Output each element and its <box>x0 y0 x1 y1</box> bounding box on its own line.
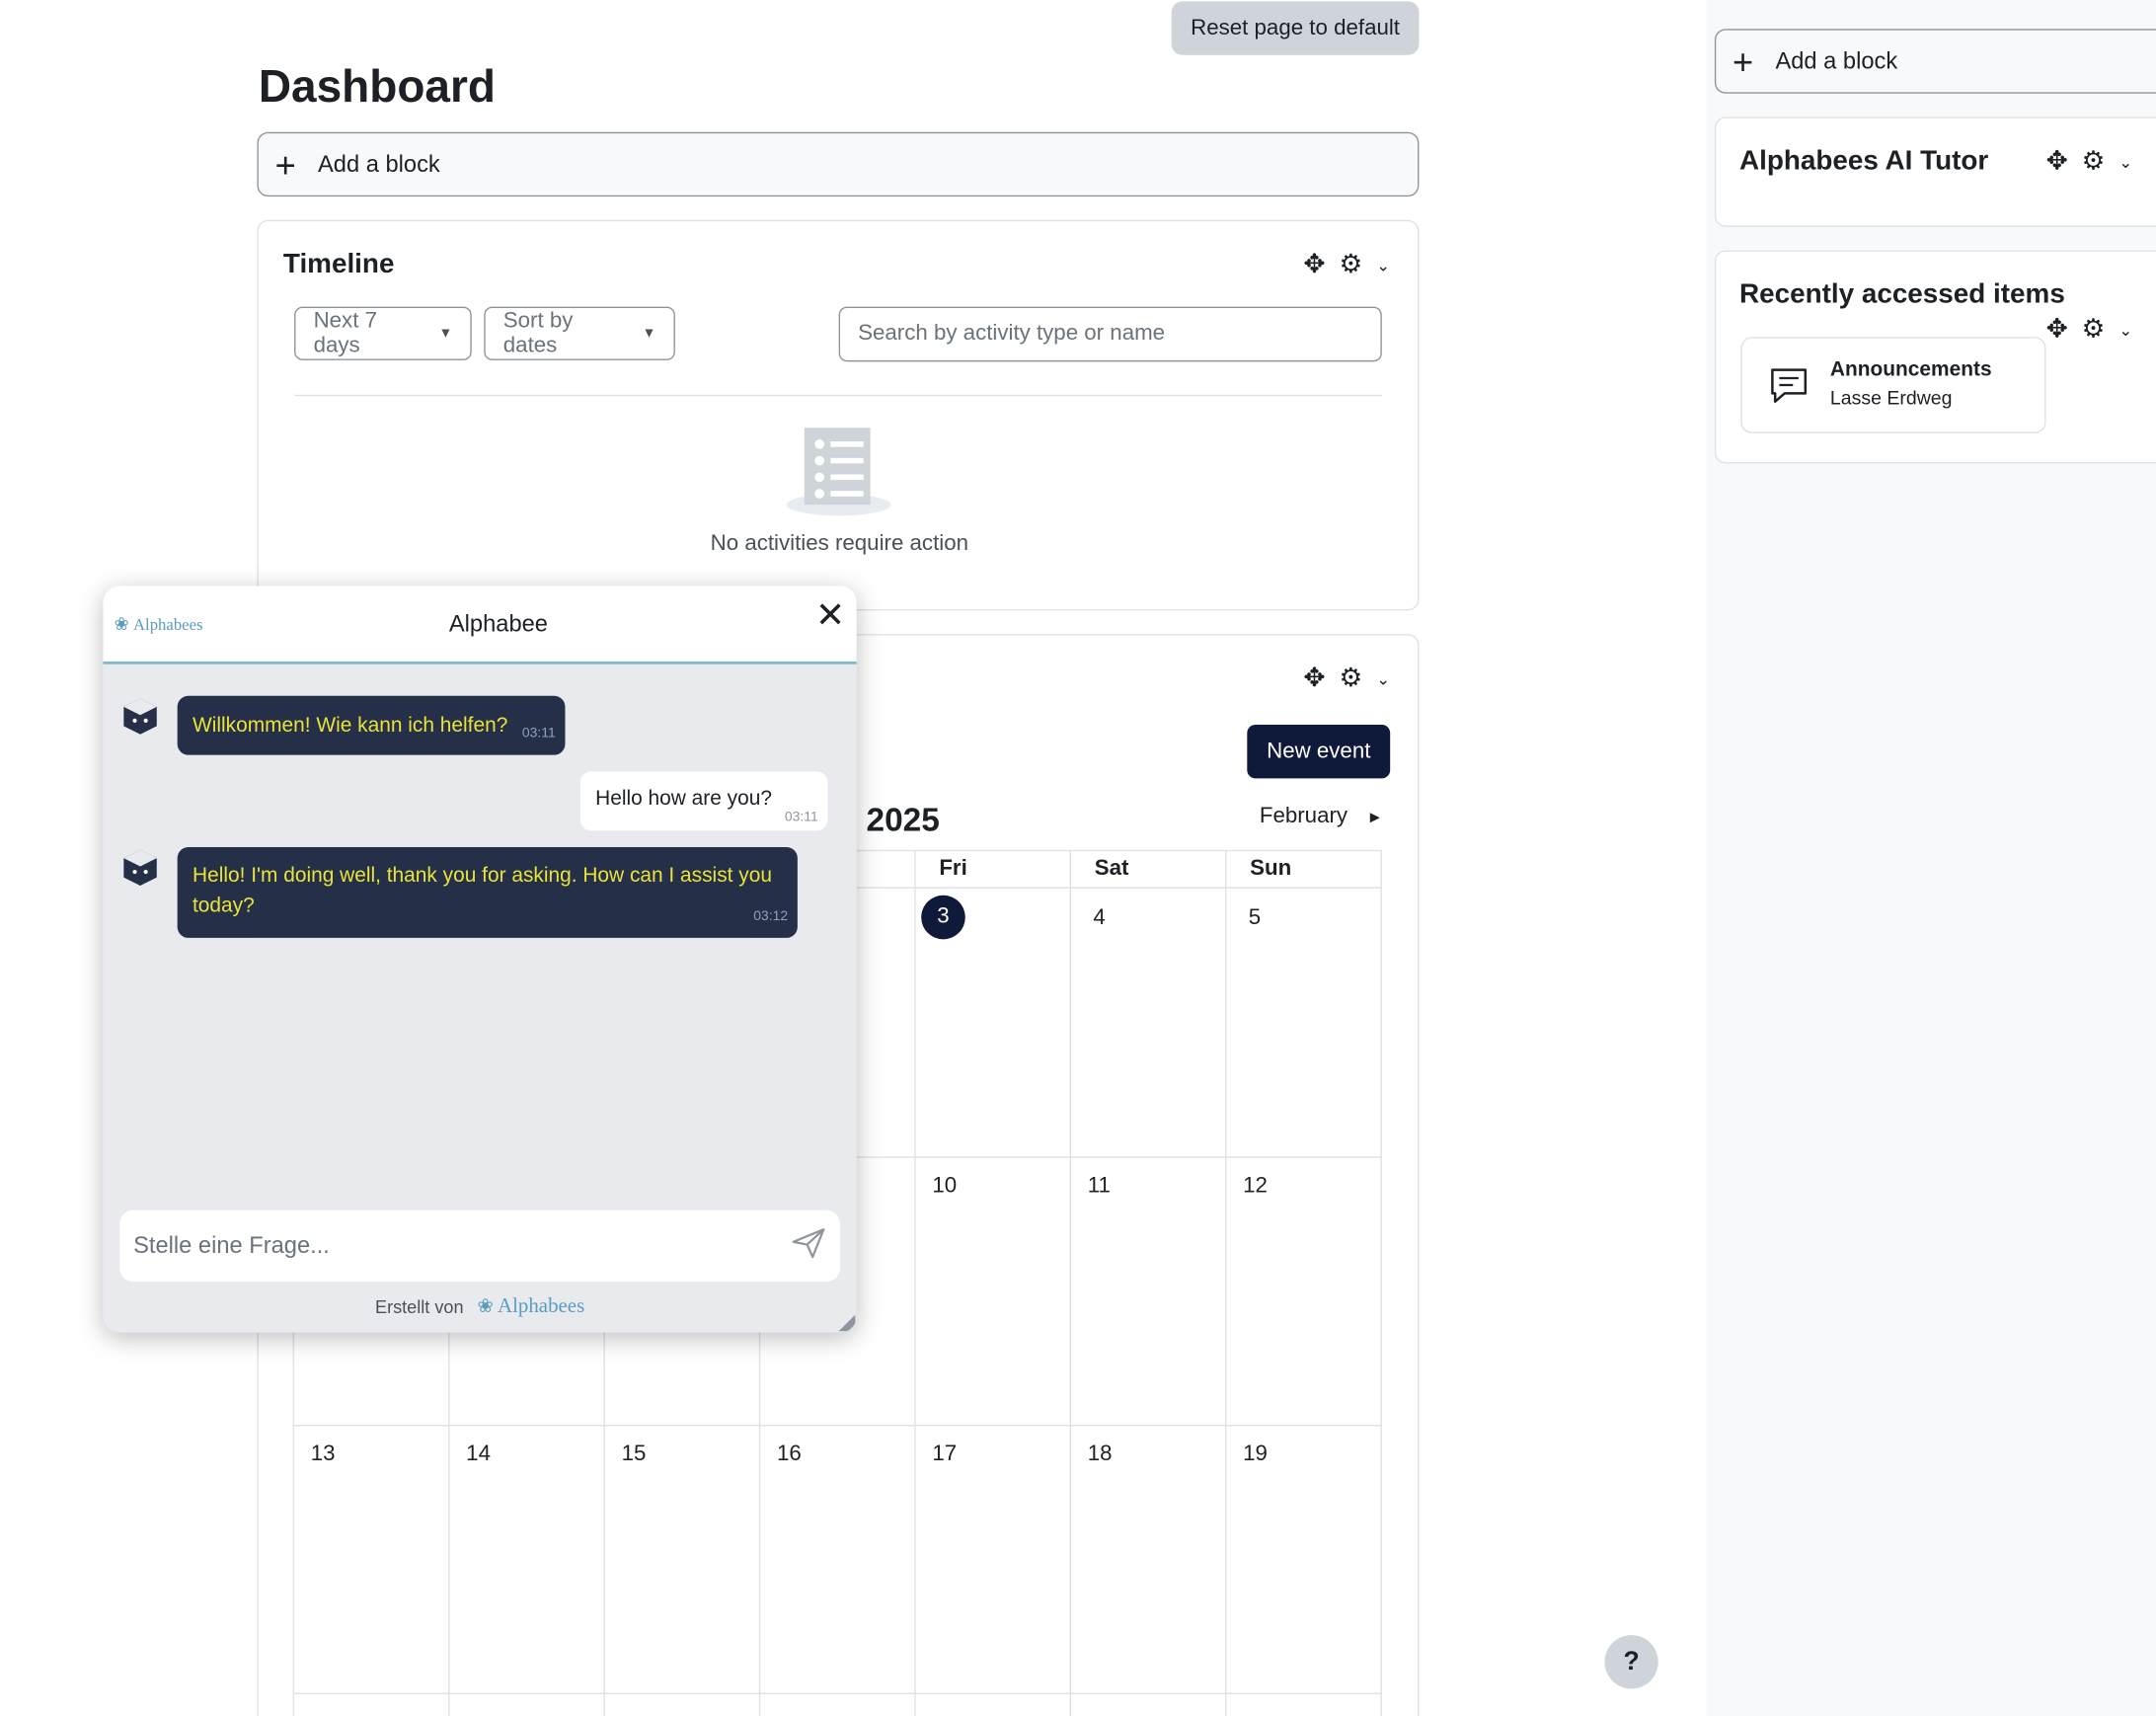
logo-icon: ❀ <box>477 1296 494 1318</box>
close-icon[interactable]: ✕ <box>815 594 845 637</box>
calendar-day[interactable]: 19 <box>1243 1443 1268 1467</box>
chat-input-placeholder: Stelle eine Frage... <box>133 1232 330 1259</box>
calendar-day[interactable]: 14 <box>466 1443 491 1467</box>
calendar-day[interactable]: 17 <box>932 1443 957 1467</box>
gear-icon[interactable]: ⚙ <box>1340 249 1363 280</box>
gear-icon[interactable]: ⚙ <box>2082 146 2106 178</box>
gear-icon[interactable]: ⚙ <box>1340 663 1363 694</box>
user-message: Hello how are you? 03:11 <box>579 771 828 831</box>
timeline-search-input[interactable]: Search by activity type or name <box>838 306 1382 362</box>
bot-message: Hello! I'm doing well, thank you for ask… <box>177 847 798 938</box>
alphabees-tutor-block: Alphabees AI Tutor ✥ ⚙ ⌄ <box>1714 117 2156 227</box>
arrow-right-icon: ► <box>1366 807 1384 827</box>
calendar-day[interactable]: 12 <box>1243 1175 1268 1200</box>
calendar-day[interactable]: 18 <box>1088 1443 1113 1467</box>
message-text: Hello how are you? <box>595 786 772 811</box>
block-controls: ✥ ⚙ ⌄ <box>2046 146 2133 178</box>
chevron-down-icon[interactable]: ⌄ <box>2118 320 2132 340</box>
chat-header: ❀ Alphabees Alphabee ✕ <box>103 585 857 664</box>
reset-page-button[interactable]: Reset page to default <box>1171 1 1420 55</box>
chat-widget: ❀ Alphabees Alphabee ✕ Willkommen! Wie k… <box>103 585 857 1333</box>
recent-title: Recently accessed items <box>1738 278 2065 310</box>
resize-handle[interactable] <box>838 1314 856 1332</box>
bot-avatar-icon <box>119 696 161 738</box>
message-time: 03:11 <box>521 726 556 741</box>
move-icon[interactable]: ✥ <box>2046 314 2068 346</box>
footer-label: Erstellt von <box>374 1296 464 1318</box>
block-controls: ✥ ⚙ ⌄ <box>2046 314 2133 346</box>
no-activities-icon <box>785 425 892 518</box>
day-header-fri: Fri <box>939 856 967 881</box>
chevron-down-icon[interactable]: ⌄ <box>2118 152 2132 172</box>
footer-brand[interactable]: ❀ Alphabees <box>477 1295 584 1319</box>
day-header-sat: Sat <box>1094 856 1129 881</box>
calendar-day[interactable]: 15 <box>622 1443 647 1467</box>
chevron-down-icon[interactable]: ⌄ <box>1376 255 1390 274</box>
move-icon[interactable]: ✥ <box>1303 663 1325 694</box>
new-event-button[interactable]: New event <box>1247 725 1391 779</box>
footer-brand-text: Alphabees <box>498 1295 585 1318</box>
right-drawer: + Add a block Alphabees AI Tutor ✥ ⚙ ⌄ R… <box>1706 0 2156 1716</box>
recent-item-name: Announcements <box>1829 357 1992 381</box>
chat-input[interactable]: Stelle eine Frage... <box>119 1209 841 1283</box>
sort-label: Sort by dates <box>502 308 574 357</box>
bot-avatar-icon <box>119 847 161 889</box>
block-controls: ✥ ⚙ ⌄ <box>1303 249 1390 280</box>
timeline-block: Timeline ✥ ⚙ ⌄ Next 7 days ▼ Sort by dat… <box>257 219 1420 611</box>
recent-items-block: Recently accessed items ✥ ⚙ ⌄ Announceme… <box>1714 250 2156 464</box>
recent-item-card[interactable]: Announcements Lasse Erdweg <box>1740 337 2046 433</box>
block-controls: ✥ ⚙ ⌄ <box>1303 663 1390 694</box>
filter-label: Next 7 days <box>313 308 377 357</box>
next-month-link[interactable]: February ► <box>1260 805 1383 829</box>
calendar-today[interactable]: 3 <box>921 895 965 940</box>
chat-footer: Erstellt von ❀ Alphabees <box>103 1295 856 1319</box>
calendar-day[interactable]: 10 <box>932 1175 957 1200</box>
calendar-day[interactable]: 11 <box>1088 1175 1111 1200</box>
calendar-day[interactable]: 5 <box>1249 906 1261 931</box>
add-block-label: Add a block <box>318 150 440 177</box>
search-placeholder: Search by activity type or name <box>858 321 1166 346</box>
calendar-month-title: 2025 <box>866 802 940 839</box>
move-icon[interactable]: ✥ <box>1303 249 1325 280</box>
calendar-day[interactable]: 13 <box>311 1443 336 1467</box>
send-icon[interactable] <box>791 1226 826 1266</box>
sidebar-add-block-button[interactable]: + Add a block <box>1714 29 2156 94</box>
plus-icon: + <box>274 143 296 186</box>
forum-icon <box>1768 366 1810 405</box>
chat-title: Alphabee <box>448 610 548 637</box>
chevron-down-icon: ▼ <box>438 326 453 342</box>
next-month-label: February <box>1259 804 1348 828</box>
add-block-label: Add a block <box>1775 47 1898 74</box>
timeline-sort-select[interactable]: Sort by dates ▼ <box>484 306 675 360</box>
calendar-day[interactable]: 16 <box>777 1443 802 1467</box>
recent-item-course: Lasse Erdweg <box>1829 386 1953 409</box>
plus-icon: + <box>1732 40 1754 82</box>
help-button[interactable]: ? <box>1604 1635 1658 1689</box>
timeline-filter-select[interactable]: Next 7 days ▼ <box>294 306 472 360</box>
move-icon[interactable]: ✥ <box>2046 146 2068 178</box>
bot-message: Willkommen! Wie kann ich helfen? 03:11 <box>177 695 566 755</box>
divider <box>294 394 1382 397</box>
message-text: Willkommen! Wie kann ich helfen? <box>192 713 508 738</box>
message-time: 03:11 <box>784 810 818 825</box>
tutor-title: Alphabees AI Tutor <box>1738 145 1989 177</box>
message-text: Hello! I'm doing well, thank you for ask… <box>192 863 772 918</box>
day-header-sun: Sun <box>1250 856 1292 881</box>
chevron-down-icon: ▼ <box>642 326 656 342</box>
calendar-day[interactable]: 4 <box>1093 906 1105 931</box>
page-title: Dashboard <box>258 60 496 112</box>
chevron-down-icon[interactable]: ⌄ <box>1376 669 1390 689</box>
message-time: 03:12 <box>753 908 789 925</box>
add-block-button[interactable]: + Add a block <box>257 131 1420 197</box>
gear-icon[interactable]: ⚙ <box>2082 314 2106 346</box>
empty-state-text: No activities require action <box>710 532 969 556</box>
timeline-title: Timeline <box>282 249 395 279</box>
